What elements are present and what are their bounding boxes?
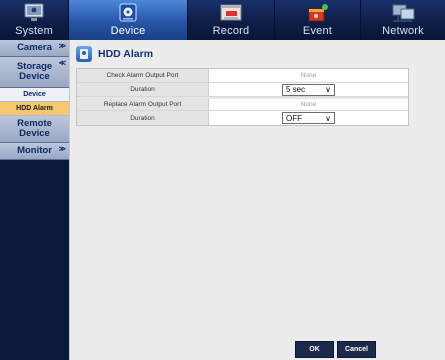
tab-system[interactable]: System: [0, 0, 69, 40]
sidebar-item-monitor-label: Monitor: [17, 145, 52, 156]
replace-alarm-output-port-label: Replace Alarm Output Port: [77, 99, 209, 110]
check-duration-label: Duration: [77, 83, 209, 96]
chevron-down-icon: ≫: [58, 43, 66, 50]
sidebar-item-monitor[interactable]: Monitor ≫: [0, 143, 69, 160]
replace-duration-value: OFF: [286, 113, 302, 123]
sidebar-item-remote-device-label: Remote Device: [17, 118, 52, 139]
setting-row-check-alarm-output-port: Check Alarm Output Port None: [77, 69, 408, 83]
hdd-alarm-settings-table: Check Alarm Output Port None Duration 5 …: [76, 68, 409, 126]
sidebar-menu: Camera ≫ Storage Device ≪ Device HDD Ala…: [0, 40, 69, 360]
sidebar-item-hdd-alarm[interactable]: HDD Alarm: [0, 102, 69, 116]
record-icon: [220, 4, 242, 21]
sidebar-item-storage-device-label: Storage Device: [16, 61, 53, 82]
top-navigation: System Device Record Event Network: [0, 0, 445, 40]
sidebar-item-camera-label: Camera: [17, 42, 52, 53]
replace-duration-label: Duration: [77, 111, 209, 125]
tab-record-label: Record: [212, 25, 250, 37]
tab-device-label: Device: [110, 25, 146, 37]
tab-network[interactable]: Network: [361, 0, 445, 40]
page-header: HDD Alarm: [76, 45, 153, 63]
hdd-icon: [76, 46, 92, 62]
replace-duration-dropdown[interactable]: OFF ∨: [282, 112, 335, 124]
cancel-button[interactable]: Cancel: [337, 341, 376, 358]
dvr-settings-window: System Device Record Event Network Camer…: [0, 0, 445, 360]
sidebar-item-device-label: Device: [23, 91, 46, 98]
check-duration-dropdown[interactable]: 5 sec ∨: [282, 83, 335, 96]
setting-row-replace-alarm-output-port: Replace Alarm Output Port None: [77, 97, 408, 111]
sidebar-item-storage-device[interactable]: Storage Device ≪: [0, 57, 69, 88]
chevron-down-icon: ∨: [325, 113, 331, 123]
tab-event[interactable]: Event: [275, 0, 361, 40]
setting-row-replace-duration: Duration OFF ∨: [77, 111, 408, 125]
chevron-up-icon: ≪: [58, 60, 66, 67]
alarm-icon: [308, 4, 328, 22]
tab-device[interactable]: Device: [69, 0, 188, 40]
check-duration-value: 5 sec: [286, 85, 306, 94]
network-icon: [392, 4, 415, 22]
check-duration-cell: 5 sec ∨: [209, 83, 408, 96]
check-alarm-output-port-label: Check Alarm Output Port: [77, 69, 209, 82]
tab-event-label: Event: [302, 25, 333, 37]
check-alarm-output-port-value: None: [300, 72, 317, 79]
setting-row-check-duration: Duration 5 sec ∨: [77, 83, 408, 97]
tab-network-label: Network: [382, 25, 424, 37]
sidebar-item-device[interactable]: Device: [0, 88, 69, 102]
content-panel: HDD Alarm Check Alarm Output Port None D…: [69, 40, 445, 360]
hdd-glyph: [80, 49, 88, 59]
chevron-down-icon: ∨: [325, 85, 331, 94]
ok-button[interactable]: OK: [295, 341, 334, 358]
sidebar-item-remote-device[interactable]: Remote Device: [0, 116, 69, 143]
page-title: HDD Alarm: [98, 48, 154, 60]
tab-system-label: System: [15, 25, 53, 37]
hdd-icon: [119, 3, 137, 22]
monitor-icon: [24, 3, 44, 21]
tab-record[interactable]: Record: [188, 0, 275, 40]
sidebar-item-hdd-alarm-label: HDD Alarm: [16, 105, 53, 112]
chevron-down-icon: ≫: [58, 146, 66, 153]
replace-alarm-output-port-value: None: [300, 101, 317, 108]
sidebar-item-camera[interactable]: Camera ≫: [0, 40, 69, 57]
replace-duration-cell: OFF ∨: [209, 111, 408, 125]
